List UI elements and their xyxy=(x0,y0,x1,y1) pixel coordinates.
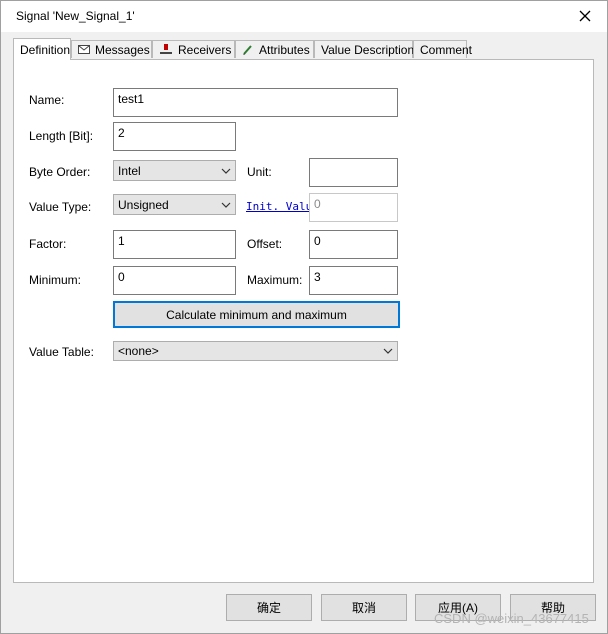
tab-receivers[interactable]: Receivers xyxy=(152,40,235,58)
byte-order-value: Intel xyxy=(118,163,141,178)
minimum-input[interactable]: 0 xyxy=(113,266,236,295)
minimum-label: Minimum: xyxy=(29,273,82,287)
envelope-icon xyxy=(78,45,90,54)
name-input[interactable]: test1 xyxy=(113,88,398,117)
watermark: CSDN @weixin_43677415 xyxy=(434,611,589,626)
tab-value-descriptions[interactable]: Value Descriptions xyxy=(314,40,420,58)
value-type-select[interactable]: Unsigned xyxy=(113,194,236,215)
length-label: Length [Bit]: xyxy=(29,129,94,143)
maximum-input[interactable]: 3 xyxy=(309,266,398,295)
byte-order-label: Byte Order: xyxy=(29,165,91,179)
receiver-icon xyxy=(160,44,172,54)
tab-label: Receivers xyxy=(178,42,232,57)
name-label: Name: xyxy=(29,93,65,107)
tab-label: Value Descriptions xyxy=(321,42,421,57)
offset-input[interactable]: 0 xyxy=(309,230,398,259)
unit-label: Unit: xyxy=(247,165,272,179)
chevron-down-icon xyxy=(221,202,231,208)
ok-button[interactable]: 确定 xyxy=(226,594,312,621)
tab-messages[interactable]: Messages xyxy=(71,40,152,58)
pencil-icon xyxy=(243,44,252,55)
chevron-down-icon xyxy=(383,348,393,354)
byte-order-select[interactable]: Intel xyxy=(113,160,236,181)
maximum-label: Maximum: xyxy=(247,273,303,287)
factor-label: Factor: xyxy=(29,237,67,251)
unit-input[interactable] xyxy=(309,158,398,187)
tab-attributes[interactable]: Attributes xyxy=(235,40,314,58)
tab-label: Comment xyxy=(420,42,473,57)
definition-panel: Name: test1 Length [Bit]: 2 Byte Order: … xyxy=(13,59,594,583)
tab-definition[interactable]: Definition xyxy=(13,38,71,60)
value-table-value: <none> xyxy=(118,344,159,358)
init-value-link[interactable]: Init. Value xyxy=(246,200,309,213)
value-table-select[interactable]: <none> xyxy=(113,341,398,361)
cancel-button[interactable]: 取消 xyxy=(321,594,407,621)
init-value-input[interactable]: 0 xyxy=(309,193,398,222)
value-table-label: Value Table: xyxy=(29,345,94,359)
offset-label: Offset: xyxy=(247,237,283,251)
title-bar: Signal 'New_Signal_1' xyxy=(1,1,607,32)
tab-label: Definition xyxy=(20,42,71,57)
tab-comment[interactable]: Comment xyxy=(413,40,472,58)
length-input[interactable]: 2 xyxy=(113,122,236,151)
close-icon[interactable] xyxy=(572,4,598,28)
value-type-label: Value Type: xyxy=(29,200,92,214)
tab-label: Messages xyxy=(95,42,150,57)
calculate-min-max-button[interactable]: Calculate minimum and maximum xyxy=(113,301,400,328)
factor-input[interactable]: 1 xyxy=(113,230,236,259)
tab-label: Attributes xyxy=(259,42,310,57)
chevron-down-icon xyxy=(221,168,231,174)
signal-dialog: Signal 'New_Signal_1' Definition Message… xyxy=(0,0,608,634)
window-title: Signal 'New_Signal_1' xyxy=(16,9,135,23)
value-type-value: Unsigned xyxy=(118,197,169,212)
